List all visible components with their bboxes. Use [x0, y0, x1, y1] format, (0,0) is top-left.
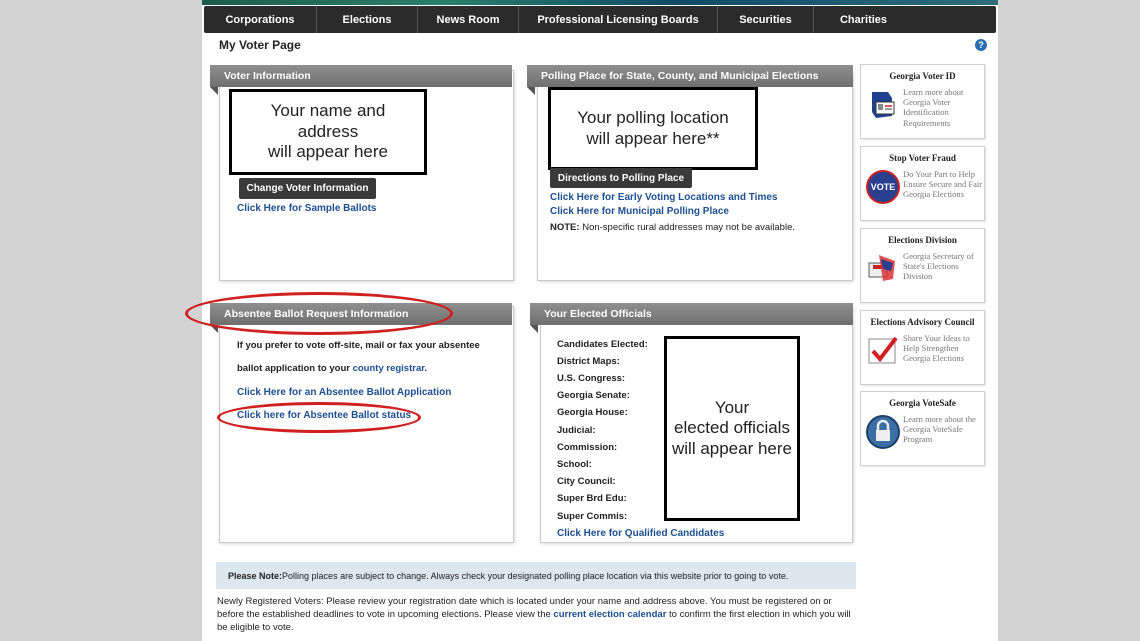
absentee-text-line1: If you prefer to vote off-site, mail or …: [237, 340, 480, 351]
elections-division-icon: [865, 251, 901, 287]
county-registrar-link[interactable]: county registrar: [353, 363, 425, 374]
sidebar-advisory-council[interactable]: Elections Advisory Council Share Your Id…: [860, 310, 985, 385]
registration-notice: Newly Registered Voters: Please review y…: [217, 596, 851, 633]
officials-row: Super Brd Edu:: [557, 493, 627, 504]
sidebar-desc: Share Your Ideas to Help Strengthen Geor…: [903, 333, 970, 364]
officials-row: Super Commis:: [557, 511, 628, 522]
voter-name-placeholder: Your name and address will appear here: [229, 89, 427, 175]
nav-professional-licensing-boards[interactable]: Professional Licensing Boards: [519, 6, 718, 33]
qualified-candidates-link[interactable]: Click Here for Qualified Candidates: [557, 528, 724, 539]
nav-securities[interactable]: Securities: [718, 6, 814, 33]
sidebar-voter-id[interactable]: Georgia Voter ID Learn more about Georgi…: [860, 64, 985, 139]
officials-row: School:: [557, 459, 592, 470]
change-voter-info-button[interactable]: Change Voter Information: [239, 178, 376, 199]
nav-news-room[interactable]: News Room: [418, 6, 519, 33]
sidebar-title: Elections Division: [888, 235, 957, 245]
sidebar-title: Georgia VoteSafe: [889, 398, 956, 408]
highlight-ellipse: [217, 402, 421, 433]
officials-row: Georgia Senate:: [557, 390, 630, 401]
voter-id-icon: [865, 87, 901, 123]
early-voting-link[interactable]: Click Here for Early Voting Locations an…: [550, 192, 777, 203]
absentee-text-line2: ballot application to your county regist…: [237, 363, 428, 374]
officials-row: Judicial:: [557, 425, 596, 436]
officials-row: City Council:: [557, 476, 616, 487]
polling-note: NOTE: Non-specific rural addresses may n…: [550, 222, 796, 233]
officials-row: Commission:: [557, 442, 618, 453]
sample-ballots-link[interactable]: Click Here for Sample Ballots: [237, 203, 377, 214]
officials-placeholder: Your elected officials will appear here: [664, 336, 800, 521]
sidebar-desc: Learn more about the Georgia VoteSafe Pr…: [903, 414, 976, 445]
sidebar-stop-voter-fraud[interactable]: Stop Voter Fraud VOTE Do Your Part to He…: [860, 146, 985, 221]
officials-row[interactable]: District Maps:: [557, 356, 620, 367]
officials-row: Candidates Elected:: [557, 339, 648, 350]
officials-row: U.S. Congress:: [557, 373, 626, 384]
absentee-application-link[interactable]: Click Here for an Absentee Ballot Applic…: [237, 387, 451, 398]
polling-notice: Please Note: Polling places are subject …: [216, 562, 856, 589]
voter-info-header: Voter Information: [210, 65, 512, 95]
lock-icon: [865, 414, 901, 450]
nav-corporations[interactable]: Corporations: [204, 6, 317, 33]
officials-header: Your Elected Officials: [530, 303, 853, 333]
sidebar-votesafe[interactable]: Georgia VoteSafe Learn more about the Ge…: [860, 391, 985, 466]
sidebar-title: Elections Advisory Council: [870, 317, 975, 327]
officials-row: Georgia House:: [557, 407, 628, 418]
polling-place-header: Polling Place for State, County, and Mun…: [527, 65, 853, 95]
highlight-ellipse: [185, 292, 453, 335]
polling-location-placeholder: Your polling location will appear here**: [548, 87, 758, 170]
municipal-polling-link[interactable]: Click Here for Municipal Polling Place: [550, 206, 729, 217]
nav-elections[interactable]: Elections: [317, 6, 418, 33]
sidebar-elections-division[interactable]: Elections Division Georgia Secretary of …: [860, 228, 985, 303]
nav-charities[interactable]: Charities: [814, 6, 913, 33]
header-banner: [202, 0, 998, 5]
sidebar-title: Stop Voter Fraud: [889, 153, 956, 163]
election-calendar-link[interactable]: current election calendar: [553, 609, 666, 620]
page-title: My Voter Page: [219, 38, 301, 52]
checkmark-icon: [865, 333, 901, 369]
vote-badge-icon: VOTE: [865, 169, 901, 205]
sidebar-title: Georgia Voter ID: [889, 71, 956, 81]
directions-button[interactable]: Directions to Polling Place: [550, 168, 692, 188]
sidebar-desc: Georgia Secretary of State's Elections D…: [903, 251, 974, 282]
help-icon[interactable]: ?: [975, 39, 987, 51]
sidebar-desc: Do Your Part to Help Ensure Secure and F…: [903, 169, 983, 200]
main-nav: Corporations Elections News Room Profess…: [204, 6, 996, 33]
sidebar-desc: Learn more about Georgia Voter Identific…: [903, 87, 964, 128]
